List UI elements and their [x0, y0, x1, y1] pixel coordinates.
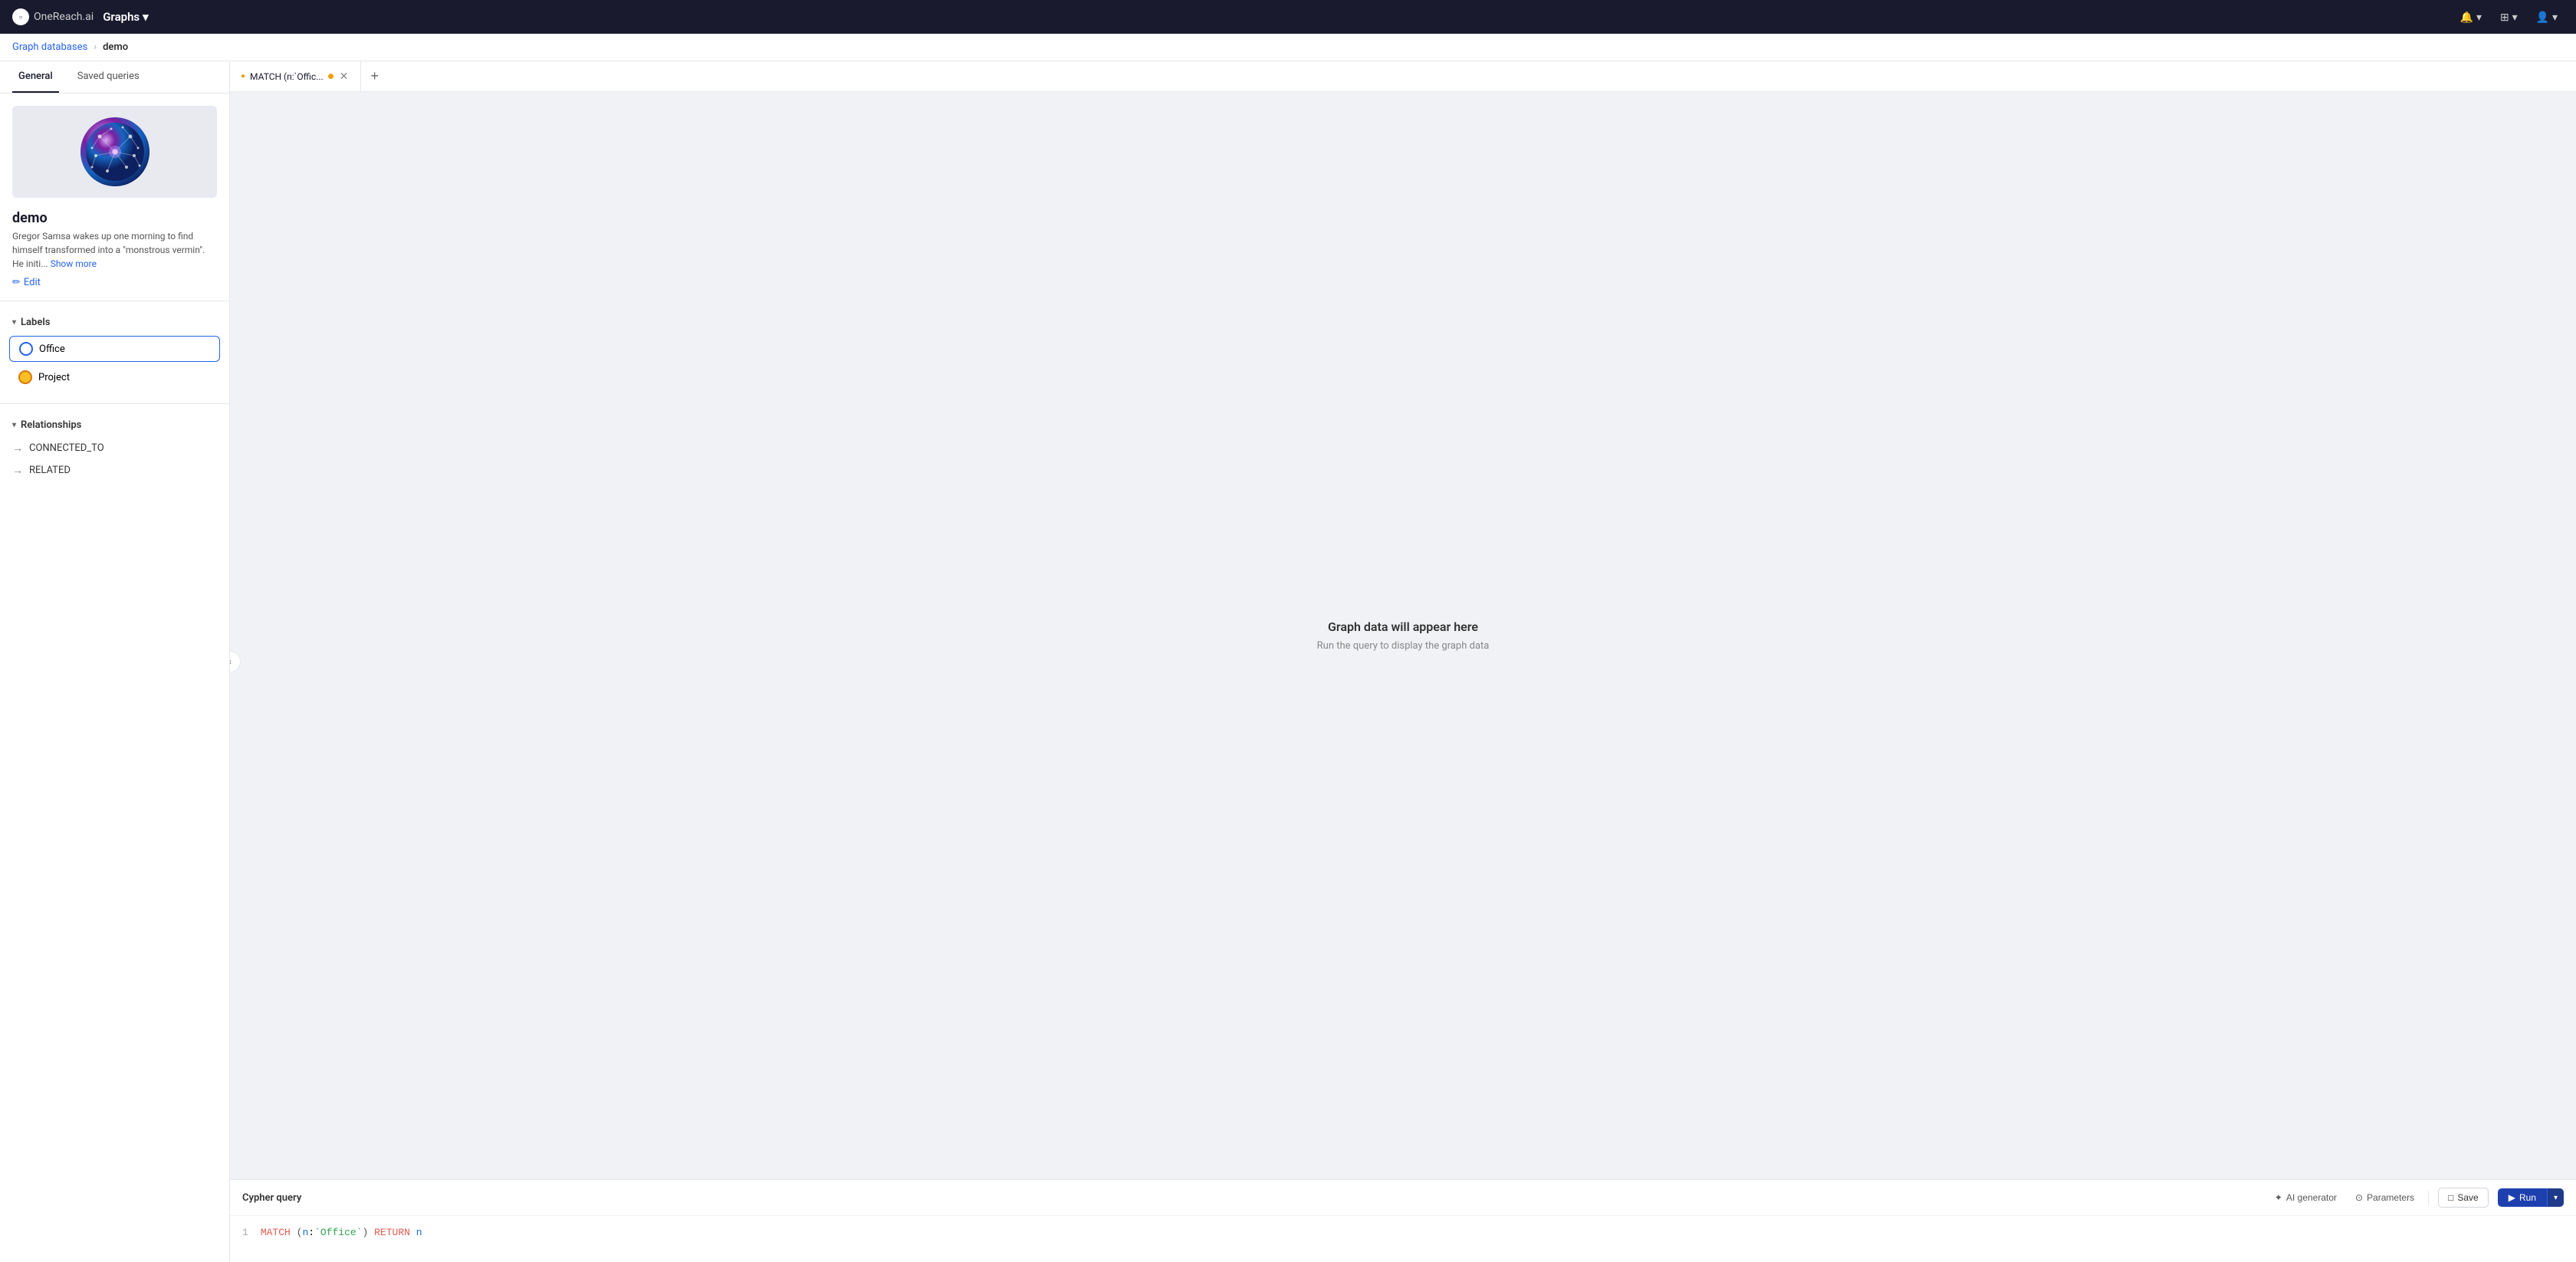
cypher-divider: [2428, 1191, 2429, 1204]
save-button[interactable]: □ Save: [2438, 1188, 2489, 1208]
db-name: demo: [0, 210, 229, 229]
line-number: 1: [242, 1227, 248, 1238]
query-colon: :: [308, 1227, 314, 1238]
show-more-link[interactable]: Show more: [51, 258, 97, 269]
right-panel: ‹ ● MATCH (n:`Offic... ✕ + Graph data wi…: [230, 61, 2576, 1262]
label-dot-project: [18, 370, 32, 384]
user-button[interactable]: 👤 ▾: [2530, 8, 2564, 27]
query-space: [291, 1227, 297, 1238]
brand-logo[interactable]: ○ OneReach.ai: [12, 8, 94, 25]
run-icon: ▶: [2509, 1192, 2515, 1203]
save-label: Save: [2457, 1192, 2478, 1203]
labels-chevron-icon: ▾: [12, 318, 16, 327]
brand-icon: ○: [12, 8, 29, 25]
parameters-label: Parameters: [2367, 1192, 2414, 1203]
rel-label-connected-to: CONNECTED_TO: [29, 442, 104, 454]
save-icon: □: [2448, 1192, 2453, 1203]
add-query-tab-button[interactable]: +: [361, 61, 388, 91]
rel-label-related: RELATED: [29, 465, 71, 476]
apps-button[interactable]: ⊞ ▾: [2494, 8, 2524, 27]
query-tab-icon: ●: [241, 72, 245, 81]
collapse-icon: ‹: [230, 656, 232, 667]
cypher-header: Cypher query ✦ AI generator ⊙ Parameters…: [230, 1180, 2576, 1216]
run-button[interactable]: ▶ Run: [2498, 1188, 2547, 1207]
tab-general[interactable]: General: [12, 61, 59, 93]
brand-name: OneReach.ai: [34, 11, 94, 23]
db-avatar: [80, 117, 150, 186]
parameters-button[interactable]: ⊙ Parameters: [2351, 1189, 2419, 1206]
breadcrumb-current: demo: [103, 41, 128, 53]
relationships-divider: [0, 403, 229, 404]
edit-icon: ✏: [12, 277, 21, 288]
cypher-panel-title: Cypher query: [242, 1192, 301, 1204]
nav-title[interactable]: Graphs ▾: [103, 10, 148, 24]
labels-section-title: Labels: [21, 317, 50, 328]
graph-display-area: Graph data will appear here Run the quer…: [230, 92, 2576, 1179]
rel-arrow-icon-2: →: [12, 464, 23, 477]
graph-empty-subtitle: Run the query to display the graph data: [1317, 640, 1490, 652]
query-space3: [410, 1227, 416, 1238]
query-label: `Office`: [314, 1227, 362, 1238]
db-description-text: Gregor Samsa wakes up one morning to fin…: [12, 231, 205, 269]
breadcrumb: Graph databases › demo: [0, 34, 2576, 61]
query-variable2: n: [416, 1227, 422, 1238]
top-navigation: ○ OneReach.ai Graphs ▾ 🔔 ▾ ⊞ ▾ 👤 ▾: [0, 0, 2576, 34]
graph-empty-title: Graph data will appear here: [1328, 619, 1478, 634]
rel-arrow-icon: →: [12, 442, 23, 455]
db-image-area: [12, 106, 217, 198]
query-tab-modified-dot: [328, 74, 334, 79]
close-tab-button[interactable]: ✕: [338, 70, 350, 84]
run-label: Run: [2519, 1192, 2536, 1203]
label-item-office[interactable]: Office: [9, 336, 220, 362]
notifications-button[interactable]: 🔔 ▾: [2454, 8, 2488, 27]
relationship-item-connected-to[interactable]: → CONNECTED_TO: [0, 437, 229, 459]
sidebar: General Saved queries: [0, 61, 230, 1262]
run-button-group: ▶ Run ▾: [2498, 1188, 2564, 1207]
relationship-item-related[interactable]: → RELATED: [0, 459, 229, 481]
query-space2: [368, 1227, 374, 1238]
query-tabs-bar: ● MATCH (n:`Offic... ✕ +: [230, 61, 2576, 92]
breadcrumb-separator: ›: [94, 41, 97, 53]
query-tab-0[interactable]: ● MATCH (n:`Offic... ✕: [230, 61, 361, 91]
label-dot-office: [19, 342, 33, 356]
label-text-project: Project: [38, 372, 70, 383]
label-text-office: Office: [39, 343, 65, 355]
keyword-return: RETURN: [374, 1227, 410, 1238]
neural-network-icon: [84, 121, 146, 182]
nav-chevron-icon: ▾: [143, 10, 149, 24]
main-layout: General Saved queries: [0, 61, 2576, 1262]
parameters-icon: ⊙: [2355, 1192, 2363, 1203]
labels-section-header[interactable]: ▾ Labels: [0, 311, 229, 334]
db-description: Gregor Samsa wakes up one morning to fin…: [0, 229, 229, 271]
keyword-match: MATCH: [261, 1227, 291, 1238]
ai-generator-label: AI generator: [2286, 1192, 2337, 1203]
query-tab-label: MATCH (n:`Offic...: [250, 71, 324, 82]
ai-generator-icon: ✦: [2275, 1192, 2282, 1203]
sidebar-tabs: General Saved queries: [0, 61, 229, 94]
run-dropdown-button[interactable]: ▾: [2547, 1188, 2564, 1207]
cypher-panel: Cypher query ✦ AI generator ⊙ Parameters…: [230, 1179, 2576, 1262]
run-dropdown-icon: ▾: [2554, 1194, 2558, 1202]
edit-button[interactable]: ✏ Edit: [0, 271, 229, 301]
label-item-project[interactable]: Project: [9, 365, 220, 389]
nav-right-actions: 🔔 ▾ ⊞ ▾ 👤 ▾: [2454, 8, 2564, 27]
db-avatar-inner: [80, 117, 150, 186]
cypher-actions: ✦ AI generator ⊙ Parameters □ Save ▶: [2270, 1188, 2564, 1208]
ai-generator-button[interactable]: ✦ AI generator: [2270, 1189, 2341, 1206]
relationships-section-title: Relationships: [21, 419, 81, 431]
relationships-section-header[interactable]: ▾ Relationships: [0, 413, 229, 437]
cypher-editor[interactable]: 1MATCH (n:`Office`) RETURN n: [230, 1216, 2576, 1262]
tab-saved-queries[interactable]: Saved queries: [71, 61, 146, 93]
breadcrumb-parent[interactable]: Graph databases: [12, 41, 87, 53]
relationships-chevron-icon: ▾: [12, 421, 16, 429]
